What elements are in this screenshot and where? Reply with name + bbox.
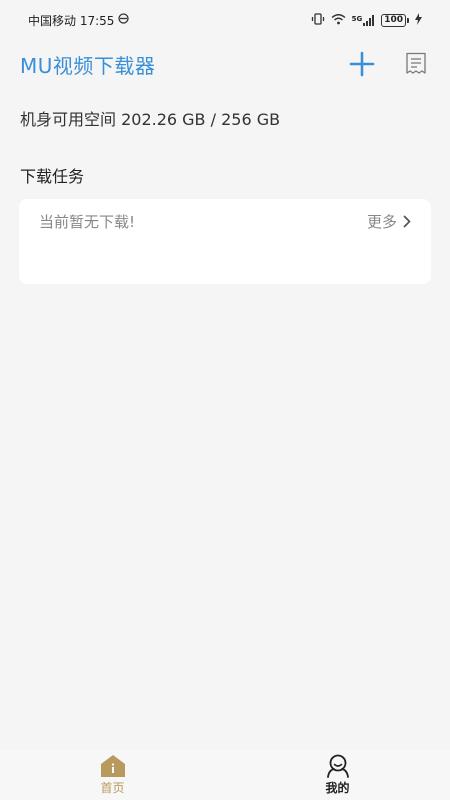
charging-icon bbox=[415, 12, 422, 28]
plus-icon bbox=[349, 51, 375, 77]
status-right: 5G 100 bbox=[311, 12, 422, 28]
nav-label-home: 首页 bbox=[100, 781, 125, 795]
user-icon bbox=[326, 754, 349, 778]
chevron-right-icon bbox=[403, 215, 411, 228]
section-title-download-tasks: 下载任务 bbox=[20, 167, 85, 186]
empty-download-text: 当前暂无下载! bbox=[39, 213, 136, 231]
notification-icon bbox=[118, 13, 130, 27]
signal-icon: 5G bbox=[351, 14, 376, 26]
network-type: 5G bbox=[351, 14, 363, 23]
app-header: MU视频下载器 bbox=[0, 44, 450, 84]
battery-tip bbox=[407, 17, 409, 23]
carrier-time: 中国移动 17:55 bbox=[28, 13, 115, 28]
status-left: 中国移动 17:55 bbox=[28, 12, 130, 29]
download-task-card: 当前暂无下载! 更多 bbox=[19, 199, 431, 284]
add-task-button[interactable] bbox=[348, 50, 376, 78]
vibrate-icon bbox=[311, 12, 325, 28]
battery-level: 100 bbox=[381, 13, 406, 27]
receipt-icon bbox=[406, 52, 426, 74]
nav-item-mine[interactable]: 我的 bbox=[225, 750, 450, 800]
header-actions bbox=[348, 50, 430, 78]
more-button[interactable]: 更多 bbox=[367, 211, 411, 232]
wifi-icon bbox=[331, 13, 346, 28]
nav-label-mine: 我的 bbox=[325, 781, 350, 795]
app-title: MU视频下载器 bbox=[20, 53, 156, 78]
history-button[interactable] bbox=[402, 50, 430, 78]
task-card-header: 当前暂无下载! 更多 bbox=[39, 211, 411, 232]
status-bar: 中国移动 17:55 5G 100 bbox=[0, 0, 450, 40]
battery-indicator: 100 bbox=[381, 13, 409, 27]
bottom-nav: 首页 我的 bbox=[0, 750, 450, 800]
storage-info: 机身可用空间 202.26 GB / 256 GB bbox=[20, 110, 281, 129]
home-icon bbox=[100, 755, 125, 777]
more-label: 更多 bbox=[366, 213, 397, 231]
nav-item-home[interactable]: 首页 bbox=[0, 750, 225, 800]
